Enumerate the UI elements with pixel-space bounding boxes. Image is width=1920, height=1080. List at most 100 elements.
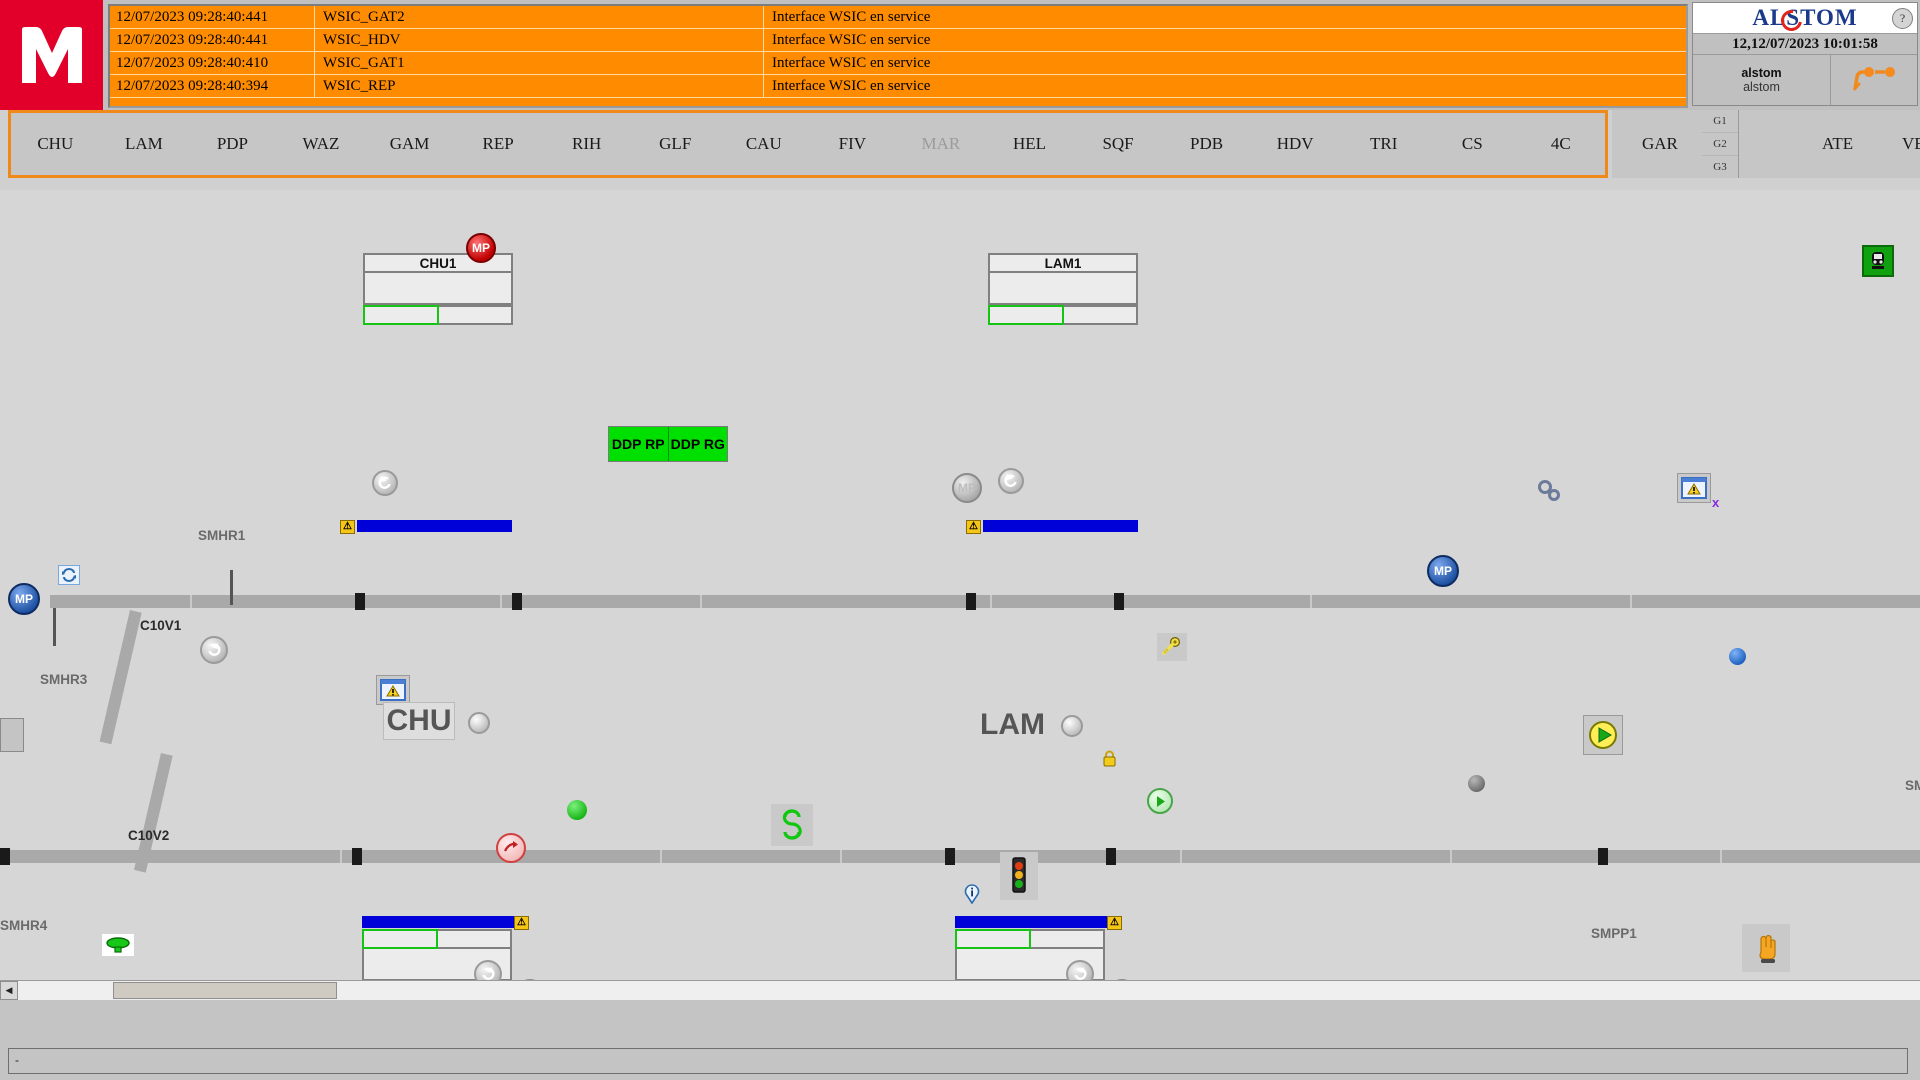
hand-press-icon[interactable] [1742, 924, 1790, 972]
station-cell-neutral[interactable] [1031, 929, 1105, 949]
warning-triangle-icon[interactable]: ⚠ [966, 520, 981, 534]
station-cells-lam2 [955, 929, 1105, 949]
group-g1[interactable]: G1 [1702, 110, 1738, 133]
train-icon[interactable] [1862, 245, 1894, 277]
tab-rep[interactable]: REP [454, 134, 543, 154]
tab-rih[interactable]: RIH [542, 134, 631, 154]
play-green-icon[interactable] [1583, 715, 1623, 755]
track-label-sm: SM [1905, 778, 1920, 793]
green-mushroom-icon[interactable] [102, 934, 134, 956]
station-cell-neutral[interactable] [438, 929, 512, 949]
refresh-sync-icon[interactable] [58, 565, 80, 585]
help-question-icon[interactable]: ? [1892, 8, 1913, 29]
padlock-icon[interactable] [1102, 750, 1117, 772]
horizontal-scrollbar[interactable]: ◀ [0, 980, 1920, 1000]
group-g3[interactable]: G3 [1702, 156, 1738, 178]
alarm-timestamp: 12/07/2023 09:28:40:394 [110, 75, 315, 97]
tab-pdp[interactable]: PDP [188, 134, 277, 154]
mimic-diagram: CHU1 MP ⚠ DDP RP DDP RG LAM1 MP ⚠ x SMHR… [0, 190, 1920, 980]
tab-sqf[interactable]: SQF [1074, 134, 1163, 154]
track-tick [1720, 850, 1722, 863]
tab-lam[interactable]: LAM [100, 134, 189, 154]
mp-marker-right[interactable]: MP [1427, 555, 1459, 587]
tab-tri[interactable]: TRI [1339, 134, 1428, 154]
metro-logo-tile[interactable] [0, 0, 103, 110]
tab-cs[interactable]: CS [1428, 134, 1517, 154]
redirect-arrow-icon[interactable] [496, 833, 526, 863]
alarm-row[interactable]: 12/07/2023 09:28:40:441 WSIC_HDV Interfa… [110, 29, 1686, 52]
scrollbar-thumb[interactable] [113, 982, 337, 999]
station-cell-green[interactable] [988, 305, 1064, 325]
station-block-chu1[interactable]: CHU1 [363, 253, 513, 325]
tab-4c[interactable]: 4C [1517, 134, 1606, 154]
alarm-list-panel[interactable]: 12/07/2023 09:28:40:441 WSIC_GAT2 Interf… [108, 4, 1688, 108]
warning-triangle-icon[interactable]: ⚠ [1107, 916, 1122, 930]
tab-gar[interactable]: GAR [1642, 134, 1678, 154]
station-cell-neutral[interactable] [439, 305, 513, 325]
traffic-light-icon[interactable] [1000, 852, 1038, 900]
green-dot-icon[interactable] [567, 800, 587, 820]
warning-triangle-icon[interactable]: ⚠ [514, 916, 529, 930]
zone-label-lam[interactable]: LAM [980, 708, 1045, 742]
info-icon[interactable] [963, 884, 981, 909]
rotate-cw-icon[interactable] [1066, 960, 1094, 980]
alarm-row[interactable]: 12/07/2023 09:28:40:441 WSIC_GAT2 Interf… [110, 6, 1686, 29]
rotate-cw-icon[interactable] [474, 960, 502, 980]
station-block-lam1[interactable]: LAM1 [988, 253, 1138, 325]
rotate-ccw-icon[interactable] [372, 470, 398, 496]
scroll-left-arrow-icon[interactable]: ◀ [0, 981, 18, 1000]
station-cell-green[interactable] [955, 929, 1031, 949]
alarm-timestamp: 12/07/2023 09:28:40:441 [110, 6, 315, 28]
group-selector: G1 G2 G3 [1702, 110, 1739, 178]
edge-panel-stub[interactable] [0, 718, 24, 752]
tab-ate[interactable]: ATE [1822, 134, 1853, 154]
tab-chu[interactable]: CHU [11, 134, 100, 154]
group-g2[interactable]: G2 [1702, 133, 1738, 156]
grey-indicator-lam[interactable] [1061, 715, 1083, 737]
alarm-row[interactable]: 12/07/2023 09:28:40:394 WSIC_REP Interfa… [110, 75, 1686, 98]
station-cell-green[interactable] [362, 929, 438, 949]
tab-fiv[interactable]: FIV [808, 134, 897, 154]
gears-icon[interactable] [1535, 478, 1563, 504]
tab-cau[interactable]: CAU [720, 134, 809, 154]
tab-glf[interactable]: GLF [631, 134, 720, 154]
rotate-ccw-icon[interactable] [998, 468, 1024, 494]
alarm-message: Interface WSIC en service [772, 55, 931, 71]
grey-dot-icon[interactable] [1468, 775, 1485, 792]
tab-gam[interactable]: GAM [365, 134, 454, 154]
station-cell-neutral[interactable] [1064, 305, 1138, 325]
station-cell-green[interactable] [363, 305, 439, 325]
key-yellow-icon[interactable] [1157, 633, 1187, 661]
alstom-wordmark: ALSTOM [1752, 5, 1858, 30]
rotate-cw-icon[interactable] [200, 636, 228, 664]
track-label-smpp1: SMPP1 [1591, 926, 1637, 941]
warning-window-icon[interactable] [1677, 473, 1711, 503]
track-tick [1450, 850, 1452, 863]
alarm-device: WSIC_HDV [315, 29, 764, 51]
play-arrow-icon[interactable] [1147, 788, 1173, 814]
escalator-icon[interactable] [771, 804, 813, 846]
ddp-rg-button[interactable]: DDP RG [669, 427, 728, 461]
mp-marker-left[interactable]: MP [8, 583, 40, 615]
user-box: alstom alstom [1693, 55, 1831, 105]
track-block-marker [352, 848, 362, 865]
close-x-icon[interactable]: x [1712, 495, 1719, 510]
alarm-row[interactable]: 12/07/2023 09:28:40:410 WSIC_GAT1 Interf… [110, 52, 1686, 75]
blue-dot-icon[interactable] [1729, 648, 1746, 665]
track-signal-bar [53, 608, 56, 646]
connection-status[interactable] [1831, 55, 1917, 105]
tab-waz[interactable]: WAZ [277, 134, 366, 154]
ddp-rp-button[interactable]: DDP RP [609, 427, 669, 461]
tab-hdv[interactable]: HDV [1251, 134, 1340, 154]
zone-label-chu[interactable]: CHU [383, 702, 455, 740]
warning-triangle-icon[interactable]: ⚠ [340, 520, 355, 534]
station-cells-chu1 [363, 305, 513, 325]
tab-hel[interactable]: HEL [985, 134, 1074, 154]
warning-window-icon[interactable] [376, 675, 410, 705]
mp-indicator-chu1[interactable]: MP [466, 233, 496, 263]
mp-indicator-lam1[interactable]: MP [952, 473, 982, 503]
track-tick [1630, 595, 1632, 608]
grey-indicator-chu[interactable] [468, 712, 490, 734]
tab-pdb[interactable]: PDB [1162, 134, 1251, 154]
tab-ve[interactable]: VE [1902, 134, 1920, 154]
